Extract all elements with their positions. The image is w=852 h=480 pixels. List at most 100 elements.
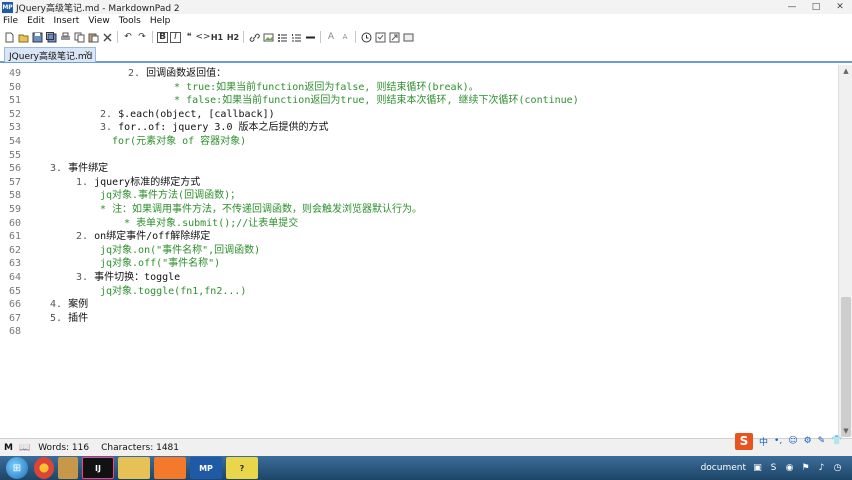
line-text: jq对象.on("事件名称",回调函数) <box>100 244 261 256</box>
menu-view[interactable]: View <box>88 16 109 26</box>
line-number: 50 <box>8 81 21 93</box>
font-down-icon[interactable]: A <box>338 30 352 44</box>
bold-icon[interactable]: B <box>157 31 168 43</box>
tab-document[interactable]: JQuery高级笔记.md ✕ <box>4 47 96 62</box>
editor-line: jq对象.on("事件名称",回调函数) <box>100 245 260 257</box>
editor-line: for(元素对象 of 容器对象) <box>112 136 246 148</box>
tray-flag-icon[interactable]: ⚑ <box>800 463 811 474</box>
taskbar-foxmail-icon[interactable] <box>154 457 186 479</box>
skin-icon[interactable]: ✎ <box>818 436 826 446</box>
print-icon[interactable] <box>58 30 72 44</box>
close-button[interactable]: ✕ <box>828 0 852 14</box>
paste-icon[interactable] <box>86 30 100 44</box>
minimize-button[interactable]: — <box>780 0 804 14</box>
line-number: 55 <box>8 149 21 161</box>
save-all-icon[interactable] <box>44 30 58 44</box>
scroll-up-icon[interactable]: ▲ <box>839 65 852 77</box>
copy-icon[interactable] <box>72 30 86 44</box>
editor-line: jq对象.toggle(fn1,fn2...) <box>100 286 246 298</box>
cut-icon[interactable] <box>100 30 114 44</box>
line-text: jquery标准的绑定方式 <box>94 176 201 188</box>
menu-edit[interactable]: Edit <box>27 16 44 26</box>
taskbar-paint-icon[interactable] <box>58 457 78 479</box>
timestamp-icon[interactable] <box>359 30 373 44</box>
markdown-editor[interactable]: 49 50 51 52 53 54 55 56 57 58 59 60 61 62 63 64 65 66 67 68… <box>0 65 838 437</box>
maximize-button[interactable]: □ <box>804 0 828 14</box>
code-icon[interactable]: <> <box>195 30 210 44</box>
fullscreen-icon[interactable] <box>401 30 415 44</box>
tray-volume-icon[interactable]: ♪ <box>816 463 827 474</box>
vertical-scrollbar[interactable]: ▲ ▼ <box>838 65 852 437</box>
menu-file[interactable]: File <box>3 16 18 26</box>
bullet-list-icon[interactable] <box>275 30 289 44</box>
editor-line: 1. jquery标准的绑定方式 <box>76 177 200 189</box>
menu-tools[interactable]: Tools <box>119 16 141 26</box>
open-folder-icon[interactable] <box>16 30 30 44</box>
undo-icon[interactable]: ↶ <box>121 30 135 44</box>
taskbar-explorer-icon[interactable] <box>118 457 150 479</box>
toolbar-separator <box>243 31 244 43</box>
title-bar: MP JQuery高级笔记.md - MarkdownPad 2 — □ ✕ <box>0 0 852 14</box>
horizontal-rule-icon[interactable] <box>303 30 317 44</box>
quote-icon[interactable]: ❝ <box>182 30 196 44</box>
line-number: 53 <box>8 122 21 134</box>
list-marker: 2. <box>128 68 141 79</box>
status-bar: M 📖 Words: 116 Characters: 1481 <box>0 438 852 456</box>
tray-clock-icon[interactable]: ◷ <box>832 463 843 474</box>
line-number: 65 <box>8 285 21 297</box>
punctuation-icon[interactable]: •, <box>774 436 782 446</box>
list-marker: 4. <box>50 299 63 311</box>
line-text: 案例 <box>68 299 89 311</box>
start-button-icon[interactable]: ⊞ <box>6 457 28 479</box>
window-title: JQuery高级笔记.md - MarkdownPad 2 <box>16 3 180 14</box>
h1-icon[interactable]: H1 <box>210 30 224 44</box>
tab-close-icon[interactable]: ✕ <box>84 49 91 58</box>
line-text: 插件 <box>68 312 89 324</box>
line-text: on绑定事件/off解除绑定 <box>94 231 211 243</box>
editor-line: 3. 事件切换：toggle <box>76 272 180 284</box>
line-text: 表单对象.submit();//让表单提交 <box>136 217 299 229</box>
menu-help[interactable]: Help <box>150 16 171 26</box>
taskbar-markdownpad-icon[interactable]: MP <box>190 457 222 479</box>
line-text: 回调函数返回值： <box>146 68 227 79</box>
tray-network-icon[interactable]: ▣ <box>752 463 763 474</box>
toolbar-separator <box>355 31 356 43</box>
list-marker: 3. <box>76 272 89 283</box>
editor-line: 4. 案例 <box>50 299 88 311</box>
editor-line: * 表单对象.submit();//让表单提交 <box>124 218 298 230</box>
tray-sogou-icon[interactable]: S <box>768 463 779 474</box>
preview-icon[interactable] <box>373 30 387 44</box>
menu-insert[interactable]: Insert <box>54 16 80 26</box>
link-icon[interactable] <box>247 30 261 44</box>
scrollbar-thumb[interactable] <box>841 297 851 437</box>
user-icon[interactable]: 👕 <box>831 436 842 446</box>
list-marker: * <box>174 81 181 93</box>
taskbar-intellij-icon[interactable]: IJ <box>82 457 114 479</box>
line-number: 54 <box>8 136 21 147</box>
line-text: jq对象.事件方法(回调函数)； <box>100 190 241 202</box>
editor-line: 3. 事件绑定 <box>50 163 108 175</box>
editor-line: * true:如果当前function返回为false, 则结束循环(break… <box>174 82 479 94</box>
editor-line: jq对象.事件方法(回调函数)； <box>100 190 240 202</box>
numbered-list-icon[interactable] <box>289 30 303 44</box>
tray-security-icon[interactable]: ◉ <box>784 463 795 474</box>
ime-language-toggle[interactable]: 中 <box>759 435 768 448</box>
taskbar-help-icon[interactable]: ? <box>226 457 258 479</box>
redo-icon[interactable]: ↷ <box>135 30 149 44</box>
markdown-mode-icon: M <box>4 442 13 453</box>
line-number: 67 <box>8 312 21 324</box>
h2-icon[interactable]: H2 <box>226 30 240 44</box>
save-icon[interactable] <box>30 30 44 44</box>
sogou-logo-icon[interactable]: S <box>735 432 753 450</box>
editor-line: 2. 回调函数返回值： <box>128 68 226 80</box>
font-up-icon[interactable]: A <box>324 30 338 44</box>
new-file-icon[interactable] <box>2 30 16 44</box>
emoji-icon[interactable]: ☺ <box>788 436 797 446</box>
image-icon[interactable] <box>261 30 275 44</box>
line-number: 51 <box>8 95 21 107</box>
list-marker: 5. <box>50 312 63 324</box>
export-icon[interactable] <box>387 30 401 44</box>
italic-icon[interactable]: I <box>170 31 181 43</box>
softkeyboard-icon[interactable]: ⚙ <box>804 436 812 446</box>
taskbar-chrome-icon[interactable] <box>34 457 54 479</box>
